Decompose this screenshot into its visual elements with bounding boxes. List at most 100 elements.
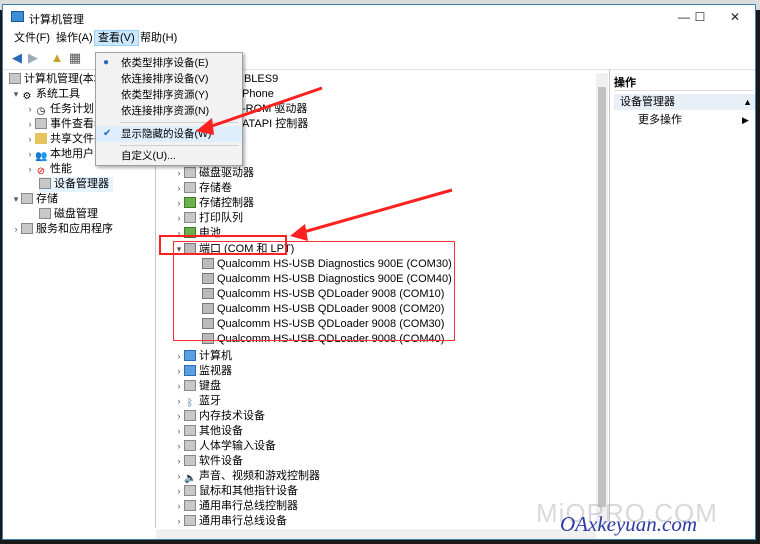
chevron-right-icon[interactable]: ›	[25, 162, 35, 177]
device-category-usb-controllers[interactable]: › 通用串行总线控制器	[174, 499, 298, 514]
device-label: 鼠标和其他指针设备	[199, 485, 298, 497]
disk-drive-icon	[184, 167, 196, 178]
back-arrow-icon[interactable]: ◀	[9, 50, 25, 66]
menu-action[interactable]: 操作(A)	[53, 31, 96, 45]
chevron-right-icon[interactable]: ›	[174, 424, 184, 439]
chevron-right-icon[interactable]: ›	[11, 222, 21, 237]
menu-file[interactable]: 文件(F)	[11, 31, 53, 45]
tree-item-device-manager[interactable]: 设备管理器	[39, 177, 113, 192]
chevron-right-icon[interactable]: ›	[25, 147, 35, 162]
device-category-disk-drives[interactable]: › 磁盘驱动器	[174, 166, 254, 181]
device-label: 键盘	[199, 380, 221, 392]
tree-item-performance[interactable]: › ⊘ 性能	[25, 162, 73, 177]
device-label: 声音、视频和游戏控制器	[199, 470, 320, 482]
device-category-phone[interactable]: Phone	[242, 87, 274, 102]
menu-item-resources-by-connection[interactable]: 依连接排序资源(N)	[96, 103, 242, 119]
chevron-right-icon[interactable]: ›	[174, 166, 184, 181]
folder-up-icon[interactable]: ▲	[49, 50, 65, 66]
tree-item-system-tools[interactable]: ▾ ⚙ 系统工具	[11, 87, 80, 102]
device-category-memory-tech[interactable]: › 内存技术设备	[174, 409, 265, 424]
menu-item-resources-by-type[interactable]: 依类型排序资源(Y)	[96, 87, 242, 103]
device-label: 磁盘驱动器	[199, 167, 254, 179]
actions-section-device-manager[interactable]: 设备管理器 ▲	[614, 94, 755, 110]
tree-label: 设备管理器	[54, 178, 109, 190]
chevron-right-icon[interactable]: ›	[174, 394, 184, 409]
chevron-right-icon[interactable]: ›	[25, 102, 35, 117]
collapse-arrow-icon[interactable]: ▲	[743, 94, 752, 110]
device-category-other-devices[interactable]: › 其他设备	[174, 424, 243, 439]
device-category-storage-controllers[interactable]: › 存储控制器	[174, 196, 254, 211]
menu-item-devices-by-type[interactable]: ● 依类型排序设备(E)	[96, 55, 242, 71]
scrollbar-thumb[interactable]	[598, 87, 606, 507]
chevron-right-icon[interactable]: ›	[174, 364, 184, 379]
chevron-right-icon[interactable]: ›	[174, 439, 184, 454]
device-category-sound[interactable]: › 🔈 声音、视频和游戏控制器	[174, 469, 321, 484]
more-actions[interactable]: 更多操作 ▶	[638, 113, 749, 128]
chevron-right-icon[interactable]: ›	[174, 379, 184, 394]
device-label: -ROM 驱动器	[242, 103, 308, 115]
chevron-down-icon[interactable]: ▾	[11, 192, 21, 207]
chevron-right-icon[interactable]: ›	[174, 181, 184, 196]
device-category-bluetooth[interactable]: › ᛒ 蓝牙	[174, 394, 222, 409]
horizontal-scrollbar[interactable]	[156, 529, 596, 539]
device-category-usb-devices[interactable]: › 通用串行总线设备	[174, 514, 287, 529]
tree-item-disk-management[interactable]: 磁盘管理	[39, 207, 98, 222]
device-category-computer[interactable]: › 计算机	[174, 349, 232, 364]
tree-item-shared-folders[interactable]: › 共享文件夹	[25, 132, 105, 147]
device-category-dvd-rom[interactable]: -ROM 驱动器	[242, 102, 307, 117]
device-category-ide-ata[interactable]: ATAPI 控制器	[242, 117, 308, 132]
chevron-right-icon[interactable]: ›	[174, 211, 184, 226]
chevron-right-icon[interactable]: ›	[174, 409, 184, 424]
menu-help[interactable]: 帮助(H)	[137, 31, 180, 45]
maximize-button[interactable]: ☐	[685, 5, 715, 29]
chevron-right-icon[interactable]: ›	[174, 196, 184, 211]
computer-management-icon	[11, 11, 24, 22]
shared-folder-icon	[35, 133, 47, 144]
device-label: 人体学输入设备	[199, 440, 276, 452]
tree-item-services-apps[interactable]: › 服务和应用程序	[11, 222, 113, 237]
device-category-mice[interactable]: › 鼠标和其他指针设备	[174, 484, 298, 499]
hid-icon	[184, 440, 196, 451]
menu-item-show-hidden-devices[interactable]: ✔ 显示隐藏的设备(W)	[96, 126, 242, 142]
usb-icon	[184, 500, 196, 511]
menu-item-customize[interactable]: 自定义(U)...	[96, 148, 242, 164]
device-category-software-devices[interactable]: › 软件设备	[174, 454, 243, 469]
chevron-right-icon[interactable]: ›	[174, 469, 184, 484]
device-label: 蓝牙	[199, 395, 221, 407]
chevron-right-icon[interactable]: ›	[25, 132, 35, 147]
tree-item-task-scheduler[interactable]: › ◷ 任务计划	[25, 102, 95, 117]
chevron-right-icon[interactable]: ›	[174, 484, 184, 499]
menu-item-devices-by-connection[interactable]: 依连接排序设备(V)	[96, 71, 242, 87]
device-category-keyboards[interactable]: › 键盘	[174, 379, 221, 394]
printer-icon	[184, 212, 196, 223]
chevron-down-icon[interactable]: ▾	[11, 87, 21, 102]
storage-controller-icon	[184, 197, 196, 208]
close-button[interactable]: ✕	[715, 5, 755, 29]
chevron-right-icon[interactable]: ›	[174, 499, 184, 514]
menu-view[interactable]: 查看(V)	[94, 30, 139, 46]
tree-item-computer-management[interactable]: 计算机管理(本地)	[9, 72, 108, 87]
device-category-monitors[interactable]: › 监视器	[174, 364, 232, 379]
tree-label: 任务计划	[50, 103, 94, 115]
forward-arrow-icon[interactable]: ▶	[25, 50, 41, 66]
tree-item-storage[interactable]: ▾ 存储	[11, 192, 58, 207]
chevron-right-icon[interactable]: ›	[174, 454, 184, 469]
device-category-print-queues[interactable]: › 打印队列	[174, 211, 243, 226]
tree-item-local-users[interactable]: › 👥 本地用户	[25, 147, 95, 162]
tree-item-event-viewer[interactable]: › 事件查看器	[25, 117, 105, 132]
menu-item-label: 依类型排序资源(Y)	[121, 89, 209, 101]
chevron-right-icon[interactable]: ›	[25, 117, 35, 132]
vertical-scrollbar[interactable]	[596, 73, 608, 529]
chevron-right-icon[interactable]: ›	[174, 514, 184, 529]
event-viewer-icon	[35, 118, 47, 129]
device-category-hid[interactable]: › 人体学输入设备	[174, 439, 276, 454]
properties-icon[interactable]: ▦	[67, 50, 83, 66]
device-category-storage-volumes[interactable]: › 存储卷	[174, 181, 232, 196]
title-bar: 计算机管理 — ☐ ✕	[3, 5, 755, 29]
performance-icon: ⊘	[36, 166, 46, 177]
services-icon	[21, 223, 33, 234]
keyboard-icon	[184, 380, 196, 391]
computer-icon	[9, 73, 21, 84]
chevron-right-icon[interactable]: ›	[174, 349, 184, 364]
chevron-right-icon[interactable]: ▶	[742, 113, 749, 128]
